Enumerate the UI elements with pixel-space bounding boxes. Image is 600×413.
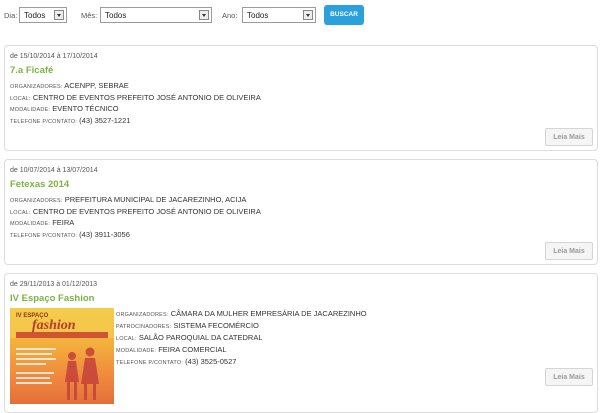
mes-select[interactable]: Todos	[100, 7, 212, 23]
event-card: de 15/10/2014 à 17/10/2014 7.a Ficafé OR…	[4, 45, 598, 151]
mes-select-value: Todos	[105, 11, 127, 20]
event-title[interactable]: 7.a Ficafé	[10, 65, 53, 76]
event-sponsors: PATROCINADORES: SISTEMA FECOMÉRCIO	[116, 321, 259, 330]
event-phone: TELEFONE P/CONTATO: (43) 3911-3056	[10, 230, 130, 239]
chevron-down-icon	[303, 10, 313, 20]
event-date: de 10/07/2014 à 13/07/2014	[10, 167, 98, 174]
event-organizers: ORGANIZADORES: PREFEITURA MUNICIPAL DE J…	[10, 195, 247, 204]
event-card: de 10/07/2014 à 13/07/2014 Fetexas 2014 …	[4, 159, 598, 265]
event-phone: TELEFONE P/CONTATO: (43) 3527-1221	[10, 116, 131, 125]
poster-text-line2: fashion	[32, 318, 76, 333]
read-more-button[interactable]: Leia Mais	[545, 128, 593, 146]
search-button[interactable]: BUSCAR	[324, 5, 364, 25]
ano-label: Ano:	[222, 11, 238, 20]
event-organizers: ORGANIZADORES: ACENPP, SEBRAE	[10, 81, 129, 90]
event-location: LOCAL: SALÃO PAROQUIAL DA CATEDRAL	[116, 333, 263, 342]
event-card: de 29/11/2013 à 01/12/2013 IV Espaço Fas…	[4, 273, 598, 413]
event-title[interactable]: IV Espaço Fashion	[10, 293, 94, 304]
event-phone: TELEFONE P/CONTATO: (43) 3525-0527	[116, 357, 237, 366]
ano-select[interactable]: Todos	[242, 7, 316, 23]
dia-label: Dia:	[4, 11, 18, 20]
event-title[interactable]: Fetexas 2014	[10, 179, 69, 190]
poster-artwork: IV ESPAÇO fashion	[10, 308, 114, 400]
event-date: de 29/11/2013 à 01/12/2013	[10, 281, 98, 288]
event-location: LOCAL: CENTRO DE EVENTOS PREFEITO JOSÉ A…	[10, 207, 261, 216]
event-date: de 15/10/2014 à 17/10/2014	[10, 53, 98, 60]
date-filter-bar: Dia: Todos Mês: Todos Ano: Todos BUSCAR	[0, 0, 600, 32]
ano-select-value: Todos	[247, 11, 269, 20]
event-organizers: ORGANIZADORES: CÂMARA DA MULHER EMPRESÁR…	[116, 309, 367, 318]
event-location: LOCAL: CENTRO DE EVENTOS PREFEITO JOSÉ A…	[10, 93, 261, 102]
dia-select-value: Todos	[24, 11, 46, 20]
chevron-down-icon	[199, 10, 209, 20]
read-more-button[interactable]: Leia Mais	[545, 368, 593, 386]
event-modality: MODALIDADE: EVENTO TÉCNICO	[10, 104, 119, 113]
event-modality: MODALIDADE: FEIRA	[10, 218, 75, 227]
chevron-down-icon	[54, 10, 64, 20]
dia-select[interactable]: Todos	[19, 7, 67, 23]
mes-label: Mês:	[81, 11, 98, 20]
event-poster-image[interactable]: IV ESPAÇO fashion	[10, 308, 114, 404]
read-more-button[interactable]: Leia Mais	[545, 242, 593, 260]
event-modality: MODALIDADE: FEIRA COMERCIAL	[116, 345, 227, 354]
